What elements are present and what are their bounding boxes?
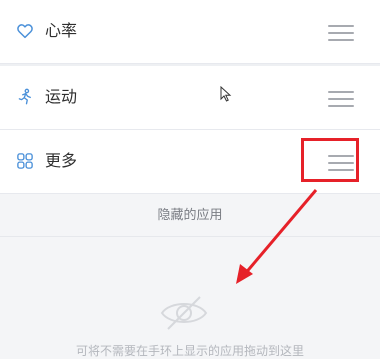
row-label-sport: 运动 [45,87,78,106]
row-label-heart-rate: 心率 [45,21,78,40]
annotation-highlight-box [301,138,359,182]
drag-handle-heart-rate[interactable] [328,24,356,42]
heart-icon [17,24,33,39]
eye-off-icon [160,296,208,330]
list-item-sport[interactable]: 运动 [0,66,380,130]
running-person-icon [18,88,31,105]
hidden-apps-header: 隐藏的应用 [0,195,380,237]
row-label-more: 更多 [45,151,78,170]
list-item-heart-rate[interactable]: 心率 [0,0,380,64]
mouse-cursor-icon [220,86,232,102]
drag-handle-sport[interactable] [328,90,356,108]
grid-icon [17,153,33,169]
hidden-apps-drop-zone[interactable]: 可将不需要在手环上显示的应用拖动到这里 [0,237,380,358]
